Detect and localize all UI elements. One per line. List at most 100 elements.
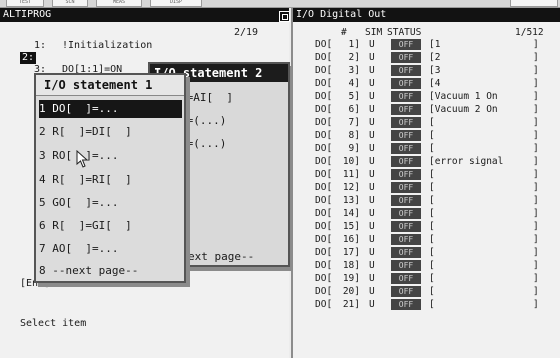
io-table-row[interactable]: DO[19] U OFF [] <box>293 273 560 284</box>
io-comment[interactable]: [Vacuum 2 On <box>429 104 498 115</box>
top-tab-4[interactable]: DISP <box>150 0 202 7</box>
io-statement-popup-page-1[interactable]: I/O statement 1 1 DO[ ]=... 2 R[ ]=DI[ ]… <box>34 73 186 283</box>
io-comment[interactable]: [ <box>429 182 435 193</box>
io-status-value[interactable]: OFF <box>391 169 421 180</box>
popup-1-item-3[interactable]: 3 RO[ ]=... <box>39 147 182 165</box>
io-table-row[interactable]: DO[18] U OFF [] <box>293 260 560 271</box>
io-comment[interactable]: [3 <box>429 65 440 76</box>
io-sim-flag[interactable]: U <box>369 39 375 50</box>
io-table-row[interactable]: DO[12] U OFF [] <box>293 182 560 193</box>
io-table-row[interactable]: DO[21] U OFF [] <box>293 299 560 310</box>
io-table-row[interactable]: DO[7] U OFF [] <box>293 117 560 128</box>
io-status-value[interactable]: OFF <box>391 221 421 232</box>
top-tab-2[interactable]: SCN <box>52 0 88 7</box>
io-table-row[interactable]: DO[4] U OFF [4] <box>293 78 560 89</box>
io-title-bar[interactable]: I/O Digital Out <box>293 8 560 22</box>
io-status-value[interactable]: OFF <box>391 104 421 115</box>
io-sim-flag[interactable]: U <box>369 52 375 63</box>
io-sim-flag[interactable]: U <box>369 286 375 297</box>
io-sim-flag[interactable]: U <box>369 117 375 128</box>
io-comment[interactable]: [ <box>429 221 435 232</box>
io-table-row[interactable]: DO[5] U OFF [Vacuum 1 On] <box>293 91 560 102</box>
io-comment[interactable]: [ <box>429 260 435 271</box>
io-status-value[interactable]: OFF <box>391 78 421 89</box>
io-comment[interactable]: [Vacuum 1 On <box>429 91 498 102</box>
io-table-row[interactable]: DO[15] U OFF [] <box>293 221 560 232</box>
popup-1-item-2[interactable]: 2 R[ ]=DI[ ] <box>39 123 182 141</box>
io-sim-flag[interactable]: U <box>369 221 375 232</box>
popup-1-item-6[interactable]: 6 R[ ]=GI[ ] <box>39 217 182 235</box>
io-table-row[interactable]: DO[20] U OFF [] <box>293 286 560 297</box>
io-sim-flag[interactable]: U <box>369 195 375 206</box>
io-table-row[interactable]: DO[1] U OFF [1] <box>293 39 560 50</box>
io-table-row[interactable]: DO[16] U OFF [] <box>293 234 560 245</box>
io-sim-flag[interactable]: U <box>369 169 375 180</box>
io-status-value[interactable]: OFF <box>391 52 421 63</box>
popup-1-item-5[interactable]: 5 GO[ ]=... <box>39 194 182 212</box>
popup-1-item-7[interactable]: 7 AO[ ]=... <box>39 240 182 258</box>
io-status-value[interactable]: OFF <box>391 273 421 284</box>
io-comment[interactable]: [2 <box>429 52 440 63</box>
io-status-value[interactable]: OFF <box>391 195 421 206</box>
io-status-value[interactable]: OFF <box>391 156 421 167</box>
io-sim-flag[interactable]: U <box>369 130 375 141</box>
io-sim-flag[interactable]: U <box>369 208 375 219</box>
io-status-value[interactable]: OFF <box>391 117 421 128</box>
io-comment[interactable]: [ <box>429 273 435 284</box>
io-status-value[interactable]: OFF <box>391 91 421 102</box>
popup-1-item-8-next-page[interactable]: 8 --next page-- <box>39 262 182 280</box>
io-comment[interactable]: [ <box>429 169 435 180</box>
io-sim-flag[interactable]: U <box>369 260 375 271</box>
io-table-row[interactable]: DO[8] U OFF [] <box>293 130 560 141</box>
io-comment[interactable]: [ <box>429 208 435 219</box>
maximize-icon[interactable] <box>279 11 290 22</box>
io-sim-flag[interactable]: U <box>369 273 375 284</box>
io-sim-flag[interactable]: U <box>369 65 375 76</box>
io-table-row[interactable]: DO[17] U OFF [] <box>293 247 560 258</box>
io-status-value[interactable]: OFF <box>391 286 421 297</box>
io-comment[interactable]: [ <box>429 143 435 154</box>
io-sim-flag[interactable]: U <box>369 299 375 310</box>
io-sim-flag[interactable]: U <box>369 247 375 258</box>
io-comment[interactable]: [ <box>429 247 435 258</box>
io-comment[interactable]: [ <box>429 117 435 128</box>
io-sim-flag[interactable]: U <box>369 91 375 102</box>
io-comment[interactable]: [1 <box>429 39 440 50</box>
io-sim-flag[interactable]: U <box>369 156 375 167</box>
io-status-value[interactable]: OFF <box>391 260 421 271</box>
io-sim-flag[interactable]: U <box>369 182 375 193</box>
io-comment[interactable]: [ <box>429 234 435 245</box>
io-table-row[interactable]: DO[6] U OFF [Vacuum 2 On] <box>293 104 560 115</box>
io-status-value[interactable]: OFF <box>391 247 421 258</box>
io-status-value[interactable]: OFF <box>391 182 421 193</box>
io-status-value[interactable]: OFF <box>391 234 421 245</box>
io-comment[interactable]: [ <box>429 130 435 141</box>
program-title-bar[interactable]: ALTIPROG <box>0 8 289 22</box>
io-table-row[interactable]: DO[14] U OFF [] <box>293 208 560 219</box>
io-comment[interactable]: [ <box>429 299 435 310</box>
io-status-value[interactable]: OFF <box>391 130 421 141</box>
program-line-2-number[interactable]: 2: <box>20 52 37 64</box>
io-comment[interactable]: [ <box>429 286 435 297</box>
io-comment[interactable]: [ <box>429 195 435 206</box>
io-status-value[interactable]: OFF <box>391 299 421 310</box>
io-table-row[interactable]: DO[2] U OFF [2] <box>293 52 560 63</box>
io-sim-flag[interactable]: U <box>369 234 375 245</box>
io-status-value[interactable]: OFF <box>391 39 421 50</box>
io-sim-flag[interactable]: U <box>369 104 375 115</box>
io-table-row[interactable]: DO[13] U OFF [] <box>293 195 560 206</box>
io-sim-flag[interactable]: U <box>369 143 375 154</box>
io-status-value[interactable]: OFF <box>391 208 421 219</box>
io-table-row[interactable]: DO[9] U OFF [] <box>293 143 560 154</box>
top-tab-1[interactable]: TEST <box>6 0 44 7</box>
io-comment[interactable]: [error signal <box>429 156 503 167</box>
program-line-1-number[interactable]: 1: <box>34 40 46 52</box>
io-status-value[interactable]: OFF <box>391 143 421 154</box>
io-table-row[interactable]: DO[3] U OFF [3] <box>293 65 560 76</box>
io-table-row[interactable]: DO[10] U OFF [error signal] <box>293 156 560 167</box>
top-tab-3[interactable]: MEAS <box>96 0 142 7</box>
program-line-1-text[interactable]: !Initialization <box>62 40 152 52</box>
io-status-value[interactable]: OFF <box>391 65 421 76</box>
io-comment[interactable]: [4 <box>429 78 440 89</box>
top-tab-5[interactable] <box>510 0 558 7</box>
